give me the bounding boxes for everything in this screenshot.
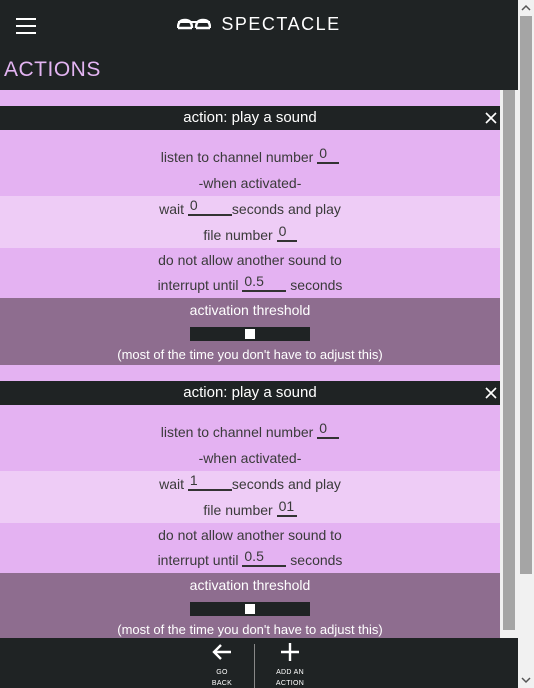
channel-number-input[interactable]: 0: [317, 419, 340, 439]
interrupt-seconds-input[interactable]: 0.5: [242, 547, 287, 567]
channel-row: listen to channel number 0 -when activat…: [0, 405, 500, 471]
seconds-label: seconds: [290, 552, 343, 568]
bottom-bar: GO BACK ADD AN ACTION: [0, 638, 518, 688]
app-window: SPECTACLE ACTIONS action: play a sound l…: [0, 0, 518, 688]
brand-name: SPECTACLE: [221, 14, 341, 34]
wait-label: wait: [159, 201, 185, 217]
channel-label: listen to channel number: [160, 424, 314, 440]
seconds-label: seconds: [290, 277, 343, 293]
wait-seconds-input[interactable]: 0: [187, 196, 232, 216]
add-action-label-2: ACTION: [275, 680, 305, 687]
interrupt-until-label: interrupt until: [157, 277, 239, 293]
threshold-panel: activation threshold (most of the time y…: [0, 298, 500, 365]
threshold-note: (most of the time you don't have to adju…: [117, 622, 383, 637]
plus-icon: [281, 643, 299, 661]
close-icon[interactable]: [482, 384, 500, 402]
action-card-header: action: play a sound: [0, 381, 500, 405]
wait-label: wait: [159, 476, 185, 492]
list-scrollbar[interactable]: [500, 90, 518, 638]
go-back-label-2: BACK: [211, 680, 233, 687]
action-card-header: action: play a sound: [0, 106, 500, 130]
brand: SPECTACLE: [0, 14, 518, 35]
wait-row: wait 0 seconds and play file number 0: [0, 196, 500, 248]
channel-label: listen to channel number: [160, 149, 314, 165]
seconds-and-play-label: seconds and play: [231, 201, 341, 217]
interrupt-line: do not allow another sound to: [158, 527, 342, 543]
file-number-label: file number: [203, 227, 273, 243]
close-icon[interactable]: [482, 109, 500, 127]
list-spacer: [0, 365, 500, 381]
threshold-panel: activation threshold (most of the time y…: [0, 573, 500, 638]
channel-number-input[interactable]: 0: [317, 144, 340, 164]
list-spacer: [0, 90, 500, 106]
footer-divider: [254, 644, 255, 688]
threshold-title: activation threshold: [189, 302, 311, 318]
channel-row: listen to channel number 0 -when activat…: [0, 130, 500, 196]
page-scrollbar[interactable]: [518, 0, 534, 688]
go-back-label-1: GO: [216, 669, 228, 676]
scroll-down-arrow-icon[interactable]: [518, 674, 534, 686]
action-card: action: play a sound listen to channel n…: [0, 381, 500, 638]
threshold-slider[interactable]: [190, 327, 310, 341]
scroll-up-arrow-icon[interactable]: [518, 2, 534, 14]
action-card-title: action: play a sound: [183, 109, 317, 126]
interrupt-until-label: interrupt until: [157, 552, 239, 568]
file-number-input[interactable]: 0: [276, 222, 297, 242]
slider-knob[interactable]: [245, 604, 255, 614]
interrupt-seconds-input[interactable]: 0.5: [242, 272, 287, 292]
wait-row: wait 1 seconds and play file number 01: [0, 471, 500, 523]
when-activated-label: -when activated-: [198, 450, 302, 466]
actions-list: action: play a sound listen to channel n…: [0, 90, 500, 638]
add-action-label-1: ADD AN: [276, 669, 304, 676]
threshold-title: activation threshold: [189, 577, 311, 593]
interrupt-line: do not allow another sound to: [158, 252, 342, 268]
top-bar: SPECTACLE ACTIONS: [0, 0, 518, 90]
threshold-slider[interactable]: [190, 602, 310, 616]
page-scrollbar-thumb[interactable]: [520, 16, 532, 574]
list-scrollbar-thumb[interactable]: [503, 90, 515, 630]
arrow-left-icon: [212, 644, 231, 660]
file-number-label: file number: [203, 502, 273, 518]
slider-knob[interactable]: [245, 329, 255, 339]
file-number-input[interactable]: 01: [276, 497, 297, 517]
seconds-and-play-label: seconds and play: [231, 476, 341, 492]
interrupt-row: do not allow another sound to interrupt …: [0, 523, 500, 573]
glasses-logo-icon: [177, 18, 212, 29]
page-title: ACTIONS: [4, 58, 101, 81]
wait-seconds-input[interactable]: 1: [187, 471, 232, 491]
when-activated-label: -when activated-: [198, 175, 302, 191]
go-back-button[interactable]: GO BACK: [197, 642, 247, 688]
action-card: action: play a sound listen to channel n…: [0, 106, 500, 365]
add-action-button[interactable]: ADD AN ACTION: [265, 642, 315, 688]
action-card-title: action: play a sound: [183, 384, 317, 401]
interrupt-row: do not allow another sound to interrupt …: [0, 248, 500, 298]
